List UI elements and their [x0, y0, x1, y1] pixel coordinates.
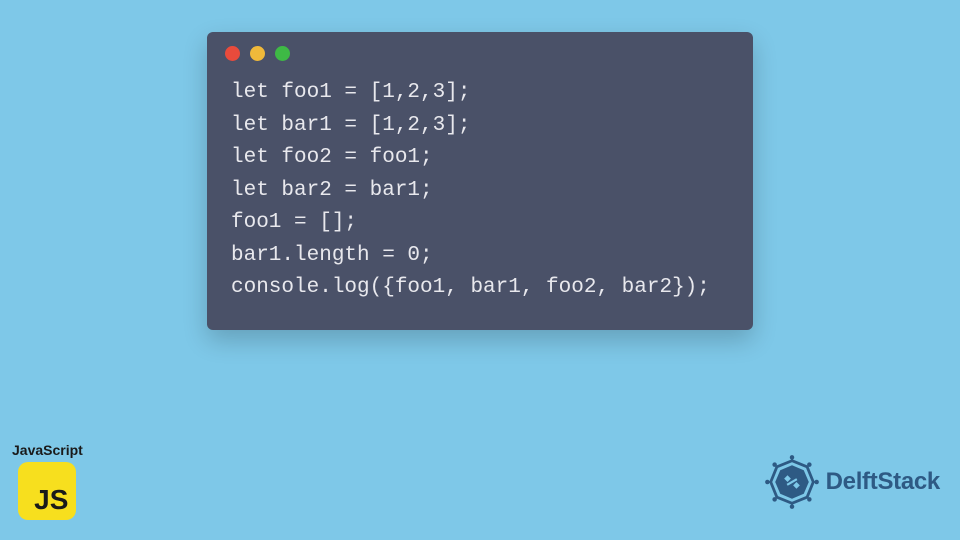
delftstack-logo-icon	[764, 454, 820, 510]
code-line: console.log({foo1, bar1, foo2, bar2});	[231, 276, 710, 299]
minimize-icon[interactable]	[250, 46, 265, 61]
code-line: let foo2 = foo1;	[231, 146, 433, 169]
javascript-label: JavaScript	[12, 442, 83, 458]
code-block: let foo1 = [1,2,3]; let bar1 = [1,2,3]; …	[207, 69, 753, 323]
maximize-icon[interactable]	[275, 46, 290, 61]
code-line: let bar2 = bar1;	[231, 179, 433, 202]
javascript-badge: JavaScript JS	[12, 442, 83, 520]
code-line: bar1.length = 0;	[231, 244, 433, 267]
close-icon[interactable]	[225, 46, 240, 61]
code-line: foo1 = [];	[231, 211, 357, 234]
js-logo-text: JS	[34, 484, 68, 516]
javascript-logo-icon: JS	[18, 462, 76, 520]
delftstack-badge: DelftStack	[764, 454, 940, 510]
code-line: let bar1 = [1,2,3];	[231, 114, 470, 137]
code-line: let foo1 = [1,2,3];	[231, 81, 470, 104]
code-window: let foo1 = [1,2,3]; let bar1 = [1,2,3]; …	[207, 32, 753, 330]
delftstack-text: DelftStack	[826, 468, 940, 496]
window-controls	[207, 32, 753, 69]
